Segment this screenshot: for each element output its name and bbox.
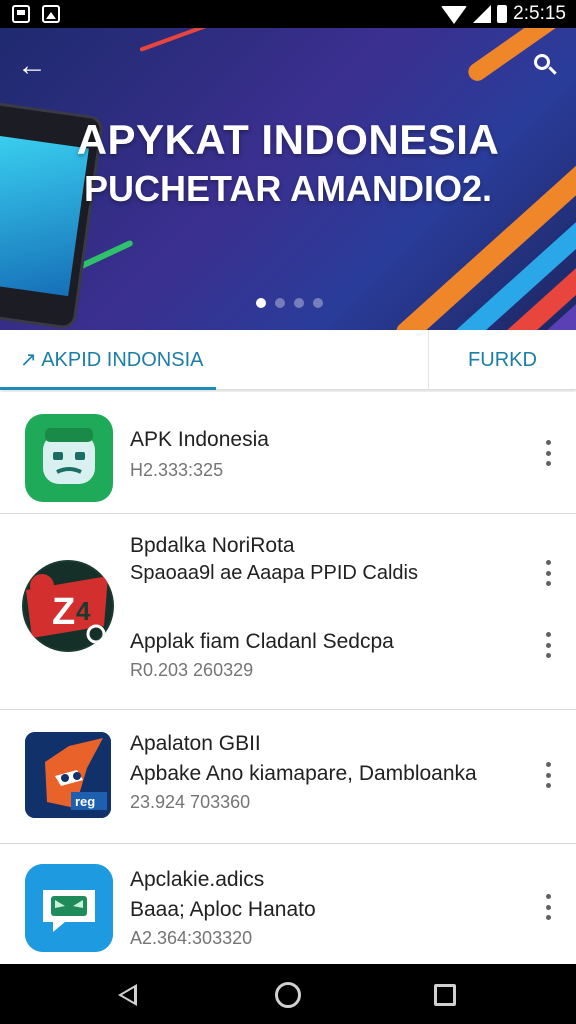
app-description: Baaa; Aploc Hanato	[130, 898, 316, 921]
app-description: Apbake Ano kiamapare, Dambloanka	[130, 762, 477, 785]
status-time: 2:5:15	[513, 3, 566, 24]
image-icon	[42, 5, 60, 23]
fox-icon: reg	[25, 732, 111, 818]
chat-bubble-icon	[25, 864, 113, 952]
carousel-dot[interactable]	[275, 298, 285, 308]
search-icon[interactable]	[528, 48, 564, 84]
tab-akpid-indonsia[interactable]: ↗ AKPID INDONSIA	[0, 330, 216, 390]
battery-icon	[497, 5, 508, 23]
nav-back-icon[interactable]	[118, 984, 137, 1006]
list-item[interactable]: Z 4 Bpdalka NoriRota Spaoaa9l ae Aaapa P…	[0, 514, 576, 710]
more-options-icon[interactable]	[544, 440, 552, 466]
nav-home-icon[interactable]	[275, 982, 301, 1008]
svg-text:reg: reg	[75, 794, 95, 809]
app-title: APK Indonesia	[130, 428, 269, 451]
navigation-bar	[0, 964, 576, 1024]
status-bar: 2:5:15	[0, 0, 576, 28]
carousel-indicator	[256, 298, 323, 308]
app-version: R0.203 260329	[130, 660, 254, 680]
carousel-dot[interactable]	[256, 298, 266, 308]
robot-face-icon	[25, 414, 113, 502]
list-item[interactable]: Apclakie.adics Baaa; Aploc Hanato A2.364…	[0, 844, 576, 964]
z-badge-icon: Z 4	[22, 560, 114, 652]
more-options-icon[interactable]	[544, 894, 552, 920]
tab-bar: ↗ AKPID INDONSIA FURKD	[0, 330, 576, 390]
more-options-icon[interactable]	[544, 560, 552, 586]
carousel-dot[interactable]	[294, 298, 304, 308]
wifi-icon	[441, 6, 468, 24]
banner-subtitle: PUCHETAR AMANDIO2.	[83, 168, 492, 209]
svg-text:4: 4	[76, 596, 91, 626]
app-title-secondary: Applak fiam Cladanl Sedcpa	[130, 630, 394, 653]
promo-banner[interactable]: APYKAT INDONESIA PUCHETAR AMANDIO2. ←	[0, 28, 576, 330]
app-version: H2.333:325	[130, 460, 224, 480]
more-options-icon[interactable]	[544, 632, 552, 658]
nav-recents-icon[interactable]	[434, 984, 456, 1006]
list-item[interactable]: APK Indonesia H2.333:325	[0, 392, 576, 514]
back-arrow-icon[interactable]: ←	[14, 48, 50, 84]
svg-text:Z: Z	[52, 591, 75, 633]
app-version: A2.364:303320	[130, 928, 253, 948]
signal-icon	[473, 5, 492, 23]
sd-card-icon	[12, 5, 30, 23]
app-description: Spaoaa9l ae Aaapa PPID Caldis	[130, 562, 418, 584]
app-title: Bpdalka NoriRota	[130, 534, 295, 557]
tab-furkd[interactable]: FURKD	[428, 330, 576, 390]
more-options-icon[interactable]	[544, 762, 552, 788]
carousel-dot[interactable]	[313, 298, 323, 308]
list-item[interactable]: reg Apalaton GBII Apbake Ano kiamapare, …	[0, 710, 576, 844]
banner-title: APYKAT INDONESIA	[76, 116, 500, 163]
app-version: 23.924 703360	[130, 792, 251, 812]
app-title: Apalaton GBII	[130, 732, 261, 755]
app-title: Apclakie.adics	[130, 868, 265, 891]
